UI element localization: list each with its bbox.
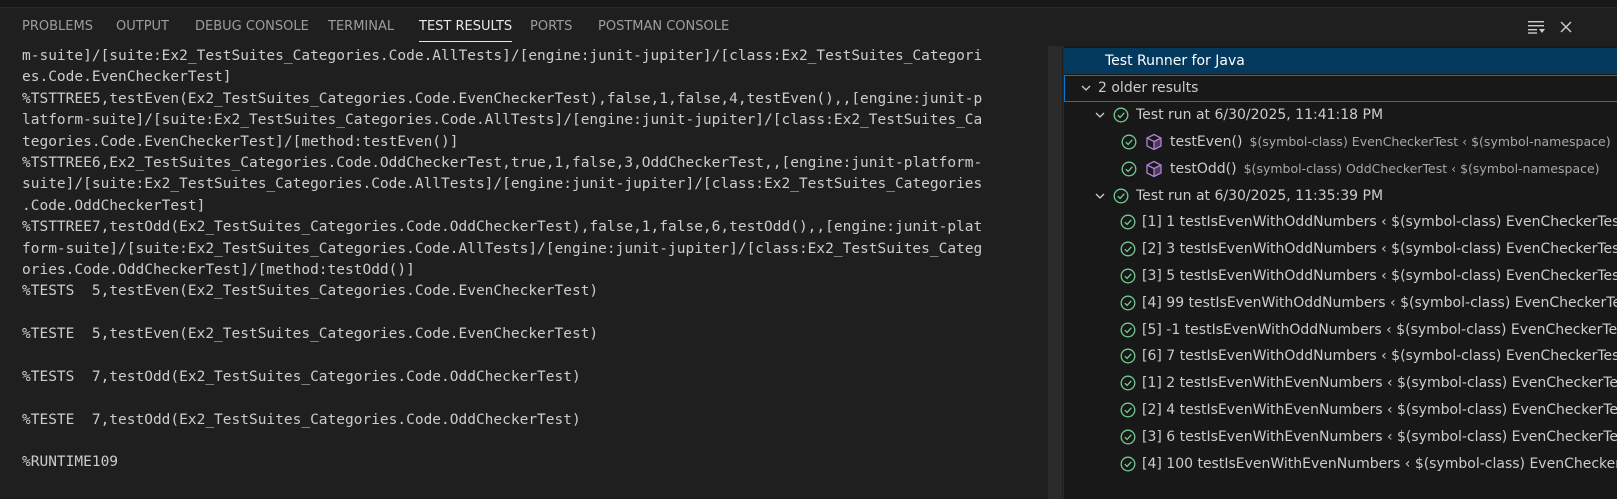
test-run-item[interactable]: Test run at 6/30/2025, 11:41:18 PM — [1064, 102, 1617, 129]
tree-item-label: [6] 7 testIsEvenWithOddNumbers ‹ $(symbo… — [1142, 348, 1617, 365]
log-line: %TESTS 5,testEven(Ex2_TestSuites_Categor… — [22, 283, 599, 300]
test-item[interactable]: [1] 2 testIsEvenWithEvenNumbers ‹ $(symb… — [1064, 370, 1617, 397]
passed-icon — [1120, 428, 1136, 446]
test-item[interactable]: [3] 5 testIsEvenWithOddNumbers ‹ $(symbo… — [1064, 263, 1617, 290]
close-panel-button[interactable] — [1556, 8, 1576, 46]
tree-item-description: $(symbol-class) EvenCheckerTest ‹ $(symb… — [1249, 134, 1611, 150]
passed-icon — [1120, 347, 1136, 365]
chevron-down-icon[interactable] — [1092, 188, 1108, 204]
tab-terminal[interactable]: TERMINAL — [328, 8, 394, 46]
test-item[interactable]: [2] 3 testIsEvenWithOddNumbers ‹ $(symbo… — [1064, 236, 1617, 263]
log-line: .Code.OddCheckerTest] — [22, 197, 206, 214]
log-line: %TSTTREE7,testOdd(Ex2_TestSuites_Categor… — [22, 219, 983, 236]
passed-icon — [1120, 455, 1136, 473]
log-line: %RUNTIME109 — [22, 454, 119, 471]
test-run-item[interactable]: Test run at 6/30/2025, 11:35:39 PM — [1064, 182, 1617, 209]
passed-icon — [1120, 240, 1136, 258]
log-line: %TESTE 7,testOdd(Ex2_TestSuites_Categori… — [22, 411, 581, 428]
log-line: suite]/[suite:Ex2_TestSuites_Categories.… — [22, 176, 983, 193]
test-output-log[interactable]: m-suite]/[suite:Ex2_TestSuites_Categorie… — [0, 46, 1048, 499]
tab-output[interactable]: OUTPUT — [116, 8, 169, 46]
tree-item-description: $(symbol-class) OddCheckerTest ‹ $(symbo… — [1243, 161, 1600, 177]
tree-item-label: Test run at 6/30/2025, 11:41:18 PM — [1136, 107, 1384, 124]
passed-icon — [1120, 374, 1136, 392]
test-results-tree: Test Runner for Java 2 older results Test… — [1063, 46, 1617, 499]
passed-icon — [1120, 213, 1136, 231]
passed-icon — [1120, 401, 1136, 419]
tree-header-label: Test Runner for Java — [1105, 53, 1245, 69]
tree-item-label: [3] 5 testIsEvenWithOddNumbers ‹ $(symbo… — [1142, 267, 1617, 284]
passed-icon — [1112, 187, 1130, 205]
chevron-down-icon[interactable] — [1092, 107, 1108, 123]
passed-icon — [1120, 267, 1136, 285]
tree-item-label: Test run at 6/30/2025, 11:35:39 PM — [1136, 187, 1384, 204]
passed-icon — [1120, 294, 1136, 312]
method-cube-icon — [1144, 132, 1164, 152]
tree-item-label: testOdd() — [1170, 160, 1237, 177]
log-line: ories.Code.OddCheckerTest]/[method:testO… — [22, 261, 415, 278]
tree-item-label: [4] 99 testIsEvenWithOddNumbers ‹ $(symb… — [1142, 294, 1617, 311]
test-item[interactable]: [4] 99 testIsEvenWithOddNumbers ‹ $(symb… — [1064, 289, 1617, 316]
log-text: m-suite]/[suite:Ex2_TestSuites_Categorie… — [0, 46, 1048, 474]
list-filter-button[interactable] — [1524, 8, 1550, 46]
chevron-down-icon[interactable] — [1078, 80, 1094, 96]
tree-item-label: [4] 100 testIsEvenWithEvenNumbers ‹ $(sy… — [1142, 455, 1617, 472]
tree-item-label: [2] 4 testIsEvenWithEvenNumbers ‹ $(symb… — [1142, 401, 1617, 418]
log-line: %TESTS 7,testOdd(Ex2_TestSuites_Categori… — [22, 368, 581, 385]
tab-problems[interactable]: PROBLEMS — [22, 8, 93, 46]
log-line: tegories.Code.EvenCheckerTest]/[method:t… — [22, 133, 459, 150]
panel-tab-bar: PROBLEMS OUTPUT DEBUG CONSOLE TERMINAL T… — [0, 8, 1617, 46]
test-item[interactable]: [1] 1 testIsEvenWithOddNumbers ‹ $(symbo… — [1064, 209, 1617, 236]
test-item[interactable]: [5] -1 testIsEvenWithOddNumbers ‹ $(symb… — [1064, 316, 1617, 343]
tree-item-label: [3] 6 testIsEvenWithEvenNumbers ‹ $(symb… — [1142, 428, 1617, 445]
log-line: latform-suite]/[suite:Ex2_TestSuites_Cat… — [22, 112, 983, 129]
test-item[interactable]: [3] 6 testIsEvenWithEvenNumbers ‹ $(symb… — [1064, 423, 1617, 450]
log-line: es.Code.EvenCheckerTest] — [22, 69, 232, 86]
tab-debug-console[interactable]: DEBUG CONSOLE — [195, 8, 309, 46]
log-line: %TESTE 5,testEven(Ex2_TestSuites_Categor… — [22, 326, 599, 343]
tree-item-label: [2] 3 testIsEvenWithOddNumbers ‹ $(symbo… — [1142, 241, 1617, 258]
log-line: %TSTTREE6,Ex2_TestSuites_Categories.Code… — [22, 154, 983, 171]
close-icon — [1560, 21, 1572, 33]
list-filter-icon — [1528, 21, 1545, 34]
tab-postman-console[interactable]: POSTMAN CONSOLE — [598, 8, 729, 46]
tree-item-label: [1] 1 testIsEvenWithOddNumbers ‹ $(symbo… — [1142, 214, 1617, 231]
tree-item-label: testEven() — [1170, 133, 1243, 150]
passed-icon — [1112, 106, 1130, 124]
test-item[interactable]: testEven() $(symbol-class) EvenCheckerTes… — [1064, 129, 1617, 156]
passed-icon — [1120, 133, 1138, 151]
tab-test-results[interactable]: TEST RESULTS — [419, 8, 513, 46]
tree-item-label: [5] -1 testIsEvenWithOddNumbers ‹ $(symb… — [1142, 321, 1617, 338]
log-line: m-suite]/[suite:Ex2_TestSuites_Categorie… — [22, 48, 983, 64]
tree-header[interactable]: Test Runner for Java — [1064, 48, 1617, 74]
test-item[interactable]: [6] 7 testIsEvenWithOddNumbers ‹ $(symbo… — [1064, 343, 1617, 370]
test-item[interactable]: [4] 100 testIsEvenWithEvenNumbers ‹ $(sy… — [1064, 450, 1617, 477]
tree-item-label: [1] 2 testIsEvenWithEvenNumbers ‹ $(symb… — [1142, 375, 1617, 392]
test-item[interactable]: [2] 4 testIsEvenWithEvenNumbers ‹ $(symb… — [1064, 397, 1617, 424]
tree-item-label: 2 older results — [1098, 80, 1199, 97]
log-line: form-suite]/[suite:Ex2_TestSuites_Catego… — [22, 240, 983, 257]
passed-icon — [1120, 160, 1138, 178]
tab-ports[interactable]: PORTS — [530, 8, 572, 46]
method-cube-icon — [1144, 159, 1164, 179]
log-line: %TSTTREE5,testEven(Ex2_TestSuites_Catego… — [22, 90, 983, 107]
output-scrollbar[interactable] — [1048, 46, 1062, 499]
window-top-strip — [0, 0, 1617, 8]
test-item[interactable]: testOdd() $(symbol-class) OddCheckerTest … — [1064, 155, 1617, 182]
older-results-group[interactable]: 2 older results — [1064, 75, 1617, 102]
passed-icon — [1120, 321, 1136, 339]
